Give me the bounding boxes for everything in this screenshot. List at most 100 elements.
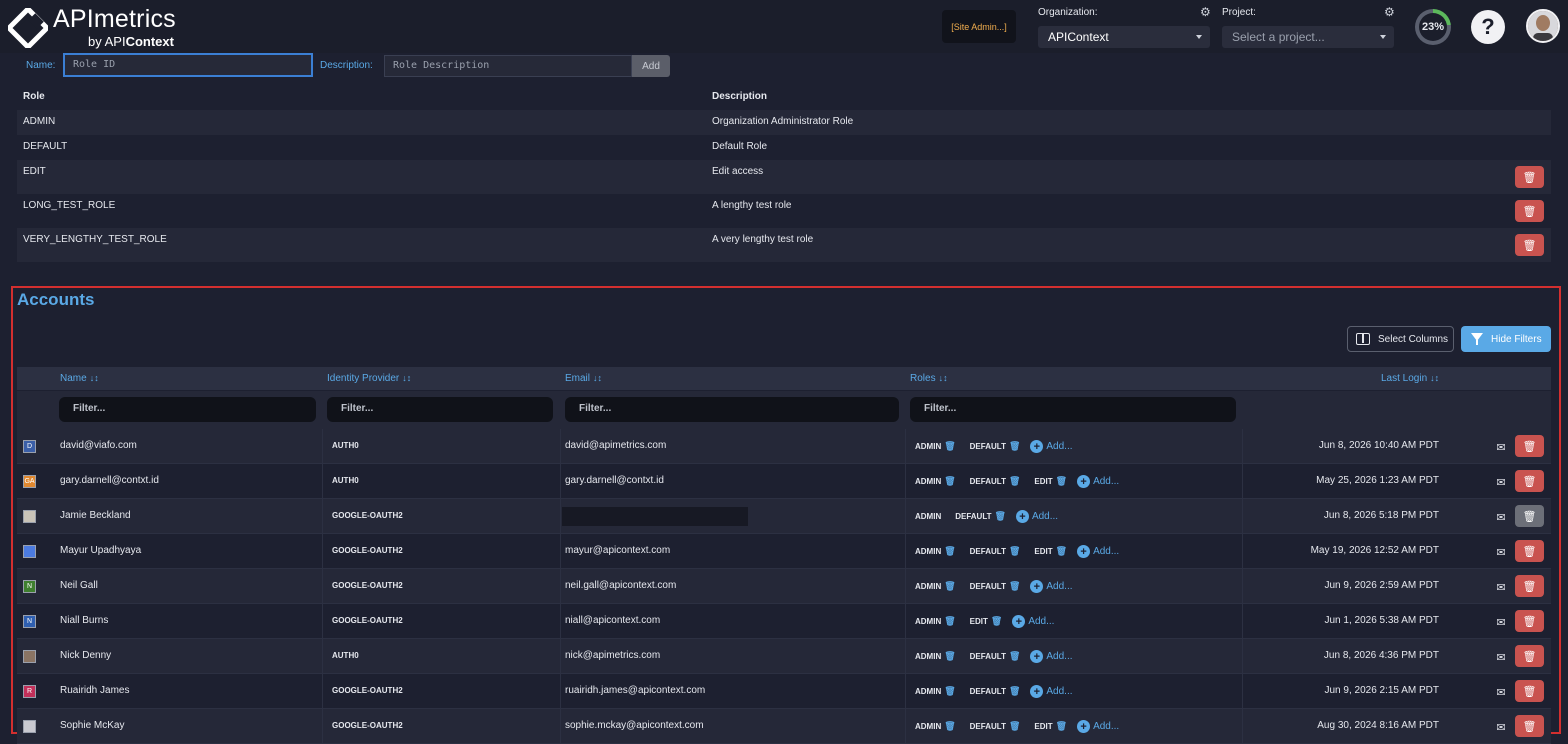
remove-role-trash-icon[interactable]: 🗑 [944,686,955,697]
delete-account-button[interactable]: 🗑 [1515,575,1544,597]
sort-icon[interactable]: ↓↕ [402,373,411,383]
account-identity-provider: AUTH0 [332,476,359,485]
remove-role-trash-icon[interactable]: 🗑 [944,476,955,487]
remove-role-trash-icon[interactable]: 🗑 [944,616,955,627]
trash-icon: 🗑 [1522,239,1537,252]
add-role-link[interactable]: + Add... [1077,475,1119,488]
roles-filter-input[interactable]: Filter... [910,397,1236,422]
add-role-label: Add... [1093,721,1120,732]
column-divider [905,709,906,743]
account-email: ruairidh.james@apicontext.com [565,685,706,696]
account-last-login: Jun 8, 2026 4:36 PM PDT [1323,650,1439,661]
trash-icon: 🗑 [1522,685,1537,698]
delete-account-button[interactable]: 🗑 [1515,610,1544,632]
delete-account-button[interactable]: 🗑 [1515,680,1544,702]
column-header-identity-provider[interactable]: Identity Provider ↓↕ [327,373,411,384]
role-tag-label: DEFAULT [969,652,1006,661]
email-account-button[interactable]: ✉ [1490,717,1512,737]
delete-account-button[interactable]: 🗑 [1515,470,1544,492]
role-id: EDIT [23,166,46,177]
email-account-button[interactable]: ✉ [1490,577,1512,597]
email-account-button[interactable]: ✉ [1490,437,1512,457]
role-tag: ADMIN 🗑 [915,476,956,487]
remove-role-trash-icon[interactable]: 🗑 [991,616,1002,627]
delete-account-button[interactable]: 🗑 [1515,715,1544,737]
delete-role-button[interactable]: 🗑 [1515,166,1544,188]
select-columns-button[interactable]: Select Columns [1347,326,1454,352]
brand-sub-bold: Context [125,34,174,49]
delete-role-button[interactable]: 🗑 [1515,200,1544,222]
idp-filter-input[interactable]: Filter... [327,397,553,422]
remove-role-trash-icon[interactable]: 🗑 [944,441,955,452]
sort-icon[interactable]: ↓↕ [593,373,602,383]
column-header-name[interactable]: Name ↓↕ [60,373,99,384]
sort-icon[interactable]: ↓↕ [939,373,948,383]
role-description-input[interactable]: Role Description [384,55,632,77]
role-tag: DEFAULT 🗑 [970,686,1021,697]
org-settings-gear-icon[interactable]: ⚙ [1200,5,1211,19]
add-role-link[interactable]: + Add... [1015,510,1058,523]
remove-role-trash-icon[interactable]: 🗑 [1009,651,1020,662]
usage-progress-ring[interactable]: 23% [1415,9,1451,45]
column-header-last-login[interactable]: Last Login ↓↕ [1381,373,1439,384]
column-header-roles[interactable]: Roles ↓↕ [910,373,948,384]
role-id: DEFAULT [23,141,68,152]
organization-select[interactable]: APIContext [1038,26,1210,48]
role-tag: DEFAULT 🗑 [970,476,1021,487]
name-filter-input[interactable]: Filter... [59,397,316,422]
email-filter-input[interactable]: Filter... [565,397,899,422]
delete-account-button[interactable]: 🗑 [1515,435,1544,457]
add-role-button[interactable]: Add [632,55,670,77]
plus-circle-icon: + [1012,615,1026,628]
user-avatar[interactable] [1526,9,1560,43]
email-account-button[interactable]: ✉ [1490,507,1512,527]
remove-role-trash-icon[interactable]: 🗑 [1056,721,1067,732]
role-tag-label: ADMIN [915,582,942,591]
remove-role-trash-icon[interactable]: 🗑 [1056,546,1067,557]
help-button[interactable]: ? [1471,10,1505,44]
email-account-button[interactable]: ✉ [1490,472,1512,492]
remove-role-trash-icon[interactable]: 🗑 [944,581,955,592]
email-account-button[interactable]: ✉ [1490,682,1512,702]
project-settings-gear-icon[interactable]: ⚙ [1384,5,1395,19]
sort-icon[interactable]: ↓↕ [90,373,99,383]
delete-role-button[interactable]: 🗑 [1515,234,1544,256]
remove-role-trash-icon[interactable]: 🗑 [944,721,955,732]
remove-role-trash-icon[interactable]: 🗑 [1009,441,1020,452]
delete-account-button[interactable]: 🗑 [1515,645,1544,667]
email-account-button[interactable]: ✉ [1490,612,1512,632]
remove-role-trash-icon[interactable]: 🗑 [995,511,1006,522]
remove-role-trash-icon[interactable]: 🗑 [1009,686,1020,697]
remove-role-trash-icon[interactable]: 🗑 [1009,546,1020,557]
role-tag-label: DEFAULT [969,477,1006,486]
add-role-link[interactable]: + Add... [1077,720,1119,733]
account-name: gary.darnell@contxt.id [60,475,159,486]
email-account-button[interactable]: ✉ [1490,647,1512,667]
email-account-button[interactable]: ✉ [1490,542,1512,562]
site-admin-button[interactable]: [Site Admin...] [942,10,1016,43]
role-tag-label: ADMIN [915,617,942,626]
remove-role-trash-icon[interactable]: 🗑 [1009,476,1020,487]
account-email: david@apimetrics.com [565,440,667,451]
column-divider [560,534,561,568]
delete-account-button[interactable]: 🗑 [1515,540,1544,562]
add-role-link[interactable]: + Add... [1030,650,1073,663]
remove-role-trash-icon[interactable]: 🗑 [1009,581,1020,592]
remove-role-trash-icon[interactable]: 🗑 [944,546,955,557]
remove-role-trash-icon[interactable]: 🗑 [1056,476,1067,487]
delete-account-button[interactable]: 🗑 [1515,505,1544,527]
add-role-link[interactable]: + Add... [1030,440,1073,453]
remove-role-trash-icon[interactable]: 🗑 [944,651,955,662]
add-role-link[interactable]: + Add... [1012,615,1054,628]
apimetrics-logo-icon[interactable] [8,8,48,48]
add-role-link[interactable]: + Add... [1077,545,1119,558]
role-id-input[interactable]: Role ID [63,53,313,77]
hide-filters-button[interactable]: Hide Filters [1461,326,1551,352]
role-row: LONG_TEST_ROLE A lengthy test role 🗑 [17,194,1551,228]
add-role-link[interactable]: + Add... [1030,685,1073,698]
project-select[interactable]: Select a project... [1222,26,1394,48]
sort-icon[interactable]: ↓↕ [1430,373,1439,383]
add-role-link[interactable]: + Add... [1030,580,1073,593]
remove-role-trash-icon[interactable]: 🗑 [1009,721,1020,732]
column-header-email[interactable]: Email ↓↕ [565,373,602,384]
